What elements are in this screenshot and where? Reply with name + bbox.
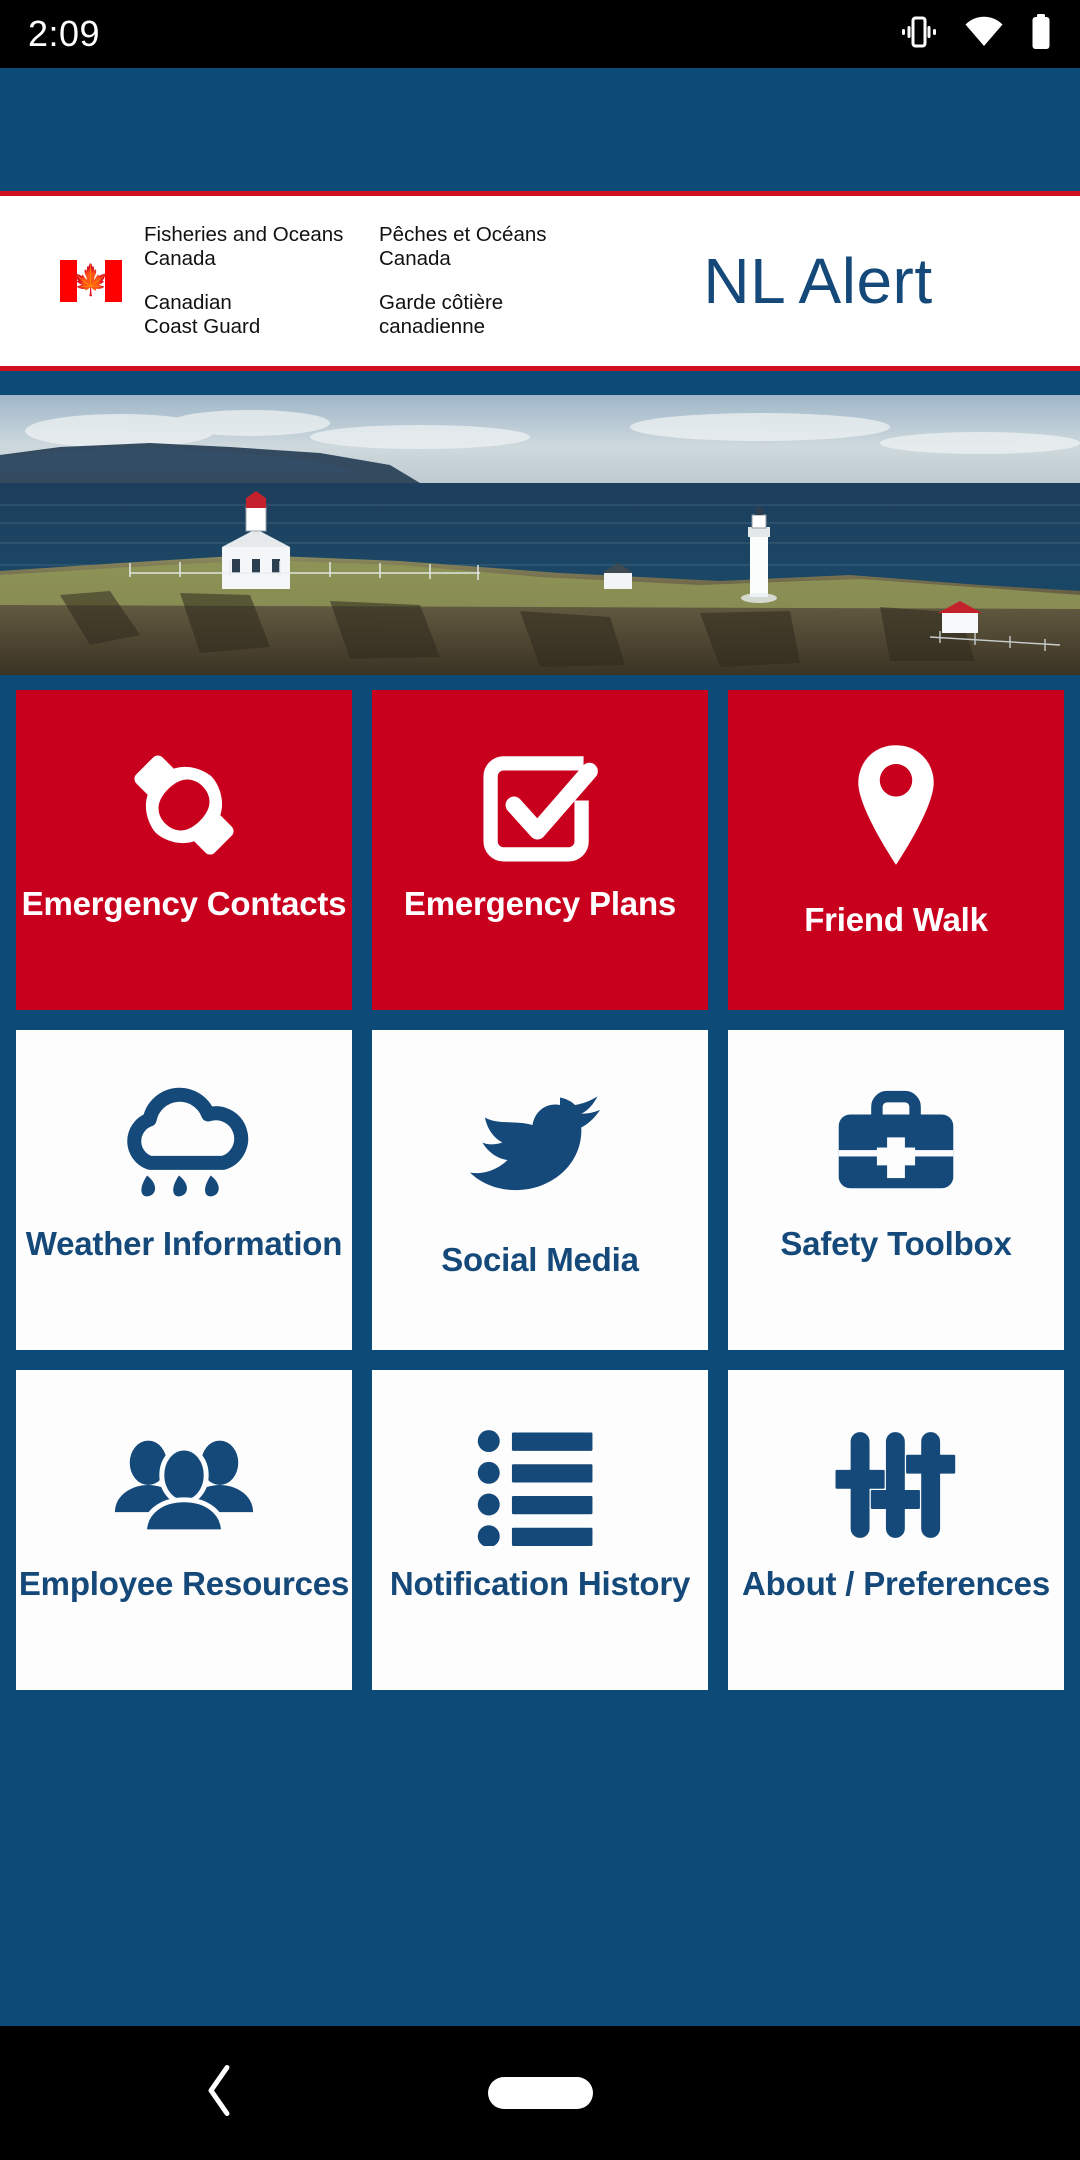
- wordmark-english: Fisheries and Oceans Canada Canadian Coa…: [144, 223, 379, 340]
- tile-label: Notification History: [389, 1565, 691, 1602]
- status-clock: 2:09: [28, 13, 101, 54]
- sliders-icon: [831, 1410, 961, 1560]
- status-bar: 2:09: [0, 0, 1080, 68]
- status-icon-group: [900, 13, 1052, 55]
- vibrate-icon: [900, 15, 938, 54]
- government-header: 🍁 Fisheries and Oceans Canada Canadian C…: [0, 191, 1080, 371]
- checkbox-check-icon: [475, 730, 605, 880]
- tile-friend-walk[interactable]: Friend Walk: [728, 690, 1064, 1010]
- map-pin-icon: [837, 730, 955, 880]
- tile-label: Employee Resources: [18, 1565, 350, 1602]
- wordmark-en-line3: Canadian: [144, 291, 232, 314]
- tile-label: About / Preferences: [742, 1565, 1050, 1602]
- tile-label: Weather Information: [25, 1225, 343, 1262]
- header-navy-band: [0, 68, 1080, 191]
- tile-about-preferences[interactable]: About / Preferences: [728, 1370, 1064, 1690]
- tile-emergency-plans[interactable]: Emergency Plans: [372, 690, 708, 1010]
- tile-label: Social Media: [441, 1241, 639, 1278]
- home-pill-icon[interactable]: [487, 2077, 593, 2109]
- bullet-list-icon: [472, 1410, 608, 1560]
- tile-employee-resources[interactable]: Employee Resources: [16, 1370, 352, 1690]
- wordmark-en-line1: Fisheries and Oceans: [144, 222, 344, 246]
- back-chevron-icon[interactable]: [205, 2064, 235, 2123]
- phone-handset-icon: [118, 730, 250, 880]
- wordmark-en-line4: Coast Guard: [144, 315, 261, 339]
- app-title: NL Alert: [703, 245, 933, 317]
- battery-icon: [1030, 13, 1052, 55]
- wordmark-fr-line4: canadienne: [379, 315, 486, 339]
- lighthouse-coastline-banner: [0, 395, 1080, 675]
- wordmark-en-line2: Canada: [144, 246, 216, 270]
- tile-weather-information[interactable]: Weather Information: [16, 1030, 352, 1350]
- tile-label: Emergency Plans: [403, 885, 677, 922]
- rain-cloud-icon: [114, 1070, 254, 1220]
- system-navigation-bar: [0, 2026, 1080, 2160]
- first-aid-kit-icon: [826, 1070, 966, 1220]
- wifi-icon: [964, 16, 1004, 53]
- tile-label: Safety Toolbox: [780, 1225, 1012, 1262]
- canada-flag-icon: 🍁: [60, 260, 122, 302]
- tile-label: Emergency Contacts: [21, 885, 347, 922]
- federal-wordmark: Fisheries and Oceans Canada Canadian Coa…: [144, 223, 614, 340]
- people-group-icon: [110, 1410, 258, 1560]
- wordmark-fr-line2: Canada: [379, 246, 451, 270]
- wordmark-fr-line3: Garde côtière: [379, 291, 504, 314]
- app-screen: 2:09 🍁 Fisheries and Oceans Canada Canad…: [0, 0, 1080, 2160]
- tile-emergency-contacts[interactable]: Emergency Contacts: [16, 690, 352, 1010]
- tile-safety-toolbox[interactable]: Safety Toolbox: [728, 1030, 1064, 1350]
- tile-label: Friend Walk: [804, 901, 988, 938]
- tile-notification-history[interactable]: Notification History: [372, 1370, 708, 1690]
- feature-tile-grid: Emergency Contacts Emergency Plans Frien…: [0, 690, 1080, 1690]
- wordmark-french: Pêches et Océans Canada Garde côtière ca…: [379, 223, 614, 340]
- wordmark-fr-line1: Pêches et Océans: [379, 222, 547, 246]
- bird-icon: [465, 1070, 615, 1220]
- tile-social-media[interactable]: Social Media: [372, 1030, 708, 1350]
